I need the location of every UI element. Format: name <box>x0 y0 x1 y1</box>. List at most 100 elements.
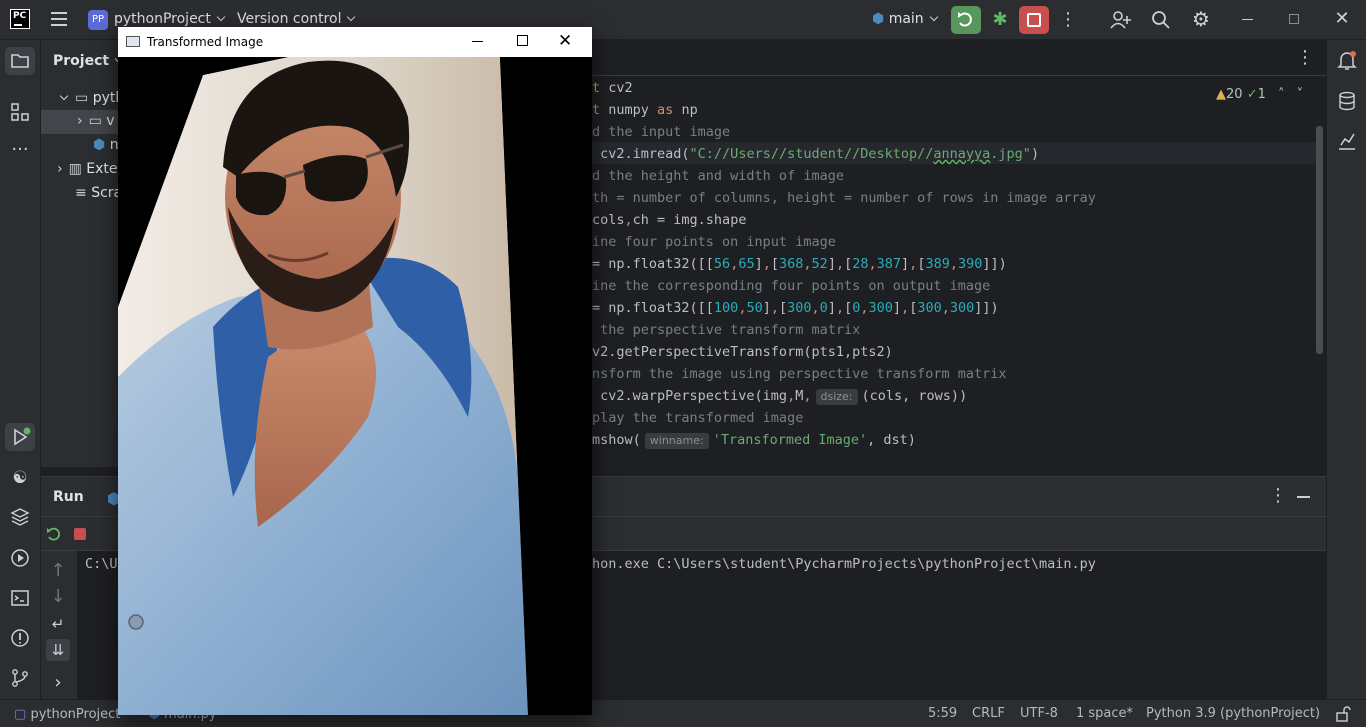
chevron-right-icon: › <box>77 113 83 129</box>
minimize-icon[interactable] <box>1242 19 1253 20</box>
python-interpreter[interactable]: Python 3.9 (pythonProject) <box>1146 706 1320 721</box>
project-selector[interactable]: pythonProject <box>114 11 226 27</box>
code-line: mshow(winname: 'Transformed Image', dst) <box>592 432 916 449</box>
run-icon <box>14 427 31 446</box>
chevron-down-icon <box>59 91 69 101</box>
project-panel-title[interactable]: Project <box>53 53 124 69</box>
scratches-icon: ≡ <box>75 185 87 201</box>
code-line: the perspective transform matrix <box>592 322 861 338</box>
stop-button[interactable] <box>1019 6 1049 34</box>
run-panel-options-icon[interactable]: ⋮ <box>1268 486 1288 506</box>
more-tools-icon[interactable]: ··· <box>9 140 31 160</box>
code-line: th = number of columns, height = number … <box>592 190 1096 206</box>
chevron-up-icon[interactable]: ˄ <box>1278 87 1285 102</box>
code-line: = np.float32([[56,65],[368,52],[28,387],… <box>592 256 1007 272</box>
stop-icon <box>1027 13 1041 27</box>
code-line: v2.getPerspectiveTransform(pts1,pts2) <box>592 344 893 360</box>
transformed-image-window[interactable]: Transformed Image ✕ <box>118 27 592 715</box>
chevron-right-icon: › <box>57 161 63 177</box>
window-minimize-icon[interactable] <box>472 41 483 42</box>
services-icon[interactable] <box>10 548 30 572</box>
editor-more-icon[interactable]: ⋮ <box>1295 48 1315 68</box>
warning-icon: ▲ <box>1216 87 1226 102</box>
folder-icon <box>11 54 29 68</box>
code-line: ine four points on input image <box>592 234 836 250</box>
project-badge[interactable]: PP <box>88 10 108 30</box>
inspection-widget[interactable]: ▲20 ✓1 ˄ ˅ <box>1216 87 1303 102</box>
file-encoding[interactable]: UTF-8 <box>1020 706 1058 721</box>
indent-setting[interactable]: 1 space* <box>1076 706 1133 721</box>
warped-photo <box>118 57 592 715</box>
left-toolbar: ··· ☯ <box>0 40 41 699</box>
window-close-icon[interactable]: ✕ <box>558 32 572 50</box>
sciview-icon[interactable] <box>1337 131 1357 155</box>
right-toolbar <box>1326 40 1366 699</box>
window-app-icon <box>126 36 140 47</box>
settings-gear-icon[interactable]: ⚙ <box>1190 9 1212 29</box>
caret-position[interactable]: 5:59 <box>928 706 957 721</box>
soft-wrap-icon[interactable]: ↵ <box>49 614 67 634</box>
run-panel-title[interactable]: Run <box>53 489 84 505</box>
python-icon: ⬢ <box>872 11 885 27</box>
code-line: d the height and width of image <box>592 168 844 184</box>
stop-icon[interactable] <box>74 528 86 540</box>
branch-name: main <box>888 11 924 27</box>
library-icon: ▥ <box>68 161 82 177</box>
code-line: t cv2 <box>592 80 633 96</box>
version-control-menu[interactable]: Version control <box>237 11 356 27</box>
readonly-toggle-icon[interactable] <box>1335 706 1351 726</box>
restore-icon[interactable] <box>1289 14 1299 24</box>
window-title: Transformed Image <box>147 35 264 49</box>
editor-tabs: ⋮ <box>592 40 1326 76</box>
line-separator[interactable]: CRLF <box>972 706 1005 721</box>
problems-icon[interactable] <box>10 628 30 652</box>
notifications-bell-icon[interactable] <box>1337 50 1357 76</box>
window-maximize-icon[interactable] <box>517 35 528 46</box>
branch-selector[interactable]: ⬢ main <box>872 11 938 27</box>
chevron-down-icon <box>929 12 938 22</box>
project-name: pythonProject <box>114 11 211 27</box>
editor-scrollbar[interactable] <box>1316 126 1323 354</box>
version-control-label: Version control <box>237 11 342 27</box>
debug-bug-icon[interactable]: ✱ <box>989 10 1011 30</box>
structure-icon[interactable] <box>10 102 30 126</box>
main-menu-icon[interactable] <box>51 12 67 26</box>
rerun-icon[interactable] <box>45 525 63 547</box>
run-tool-button[interactable] <box>5 423 35 451</box>
dsize-hint: dsize: <box>815 389 858 405</box>
status-project: pythonProject <box>30 707 121 722</box>
rerun-button[interactable] <box>951 6 981 34</box>
chevron-down-icon <box>216 12 226 22</box>
scroll-to-end-icon: ⇊ <box>51 641 65 659</box>
project-tool-button[interactable] <box>5 47 35 75</box>
tree-external-libs[interactable]: › ▥ Exte <box>57 161 118 177</box>
winname-hint: winname: <box>644 433 709 449</box>
tree-root[interactable]: ▭ pyth <box>59 90 124 106</box>
close-icon[interactable]: ✕ <box>1332 9 1352 29</box>
code-line: nsform the image using perspective trans… <box>592 366 1007 382</box>
code-line: cv2.warpPerspective(img,M, dsize: (cols, r… <box>592 388 968 405</box>
python-packages-icon[interactable] <box>10 507 30 531</box>
tree-file-main[interactable]: ⬢ n <box>93 137 119 153</box>
chevron-down-icon[interactable]: ˅ <box>1297 87 1304 102</box>
python-console-icon[interactable]: ☯ <box>9 468 31 488</box>
tree-scratches[interactable]: ≡ Scra <box>75 185 122 201</box>
hide-panel-icon[interactable] <box>1297 496 1310 498</box>
pycharm-logo-icon: PC <box>10 9 30 29</box>
scroll-to-end-button[interactable]: ⇊ <box>46 639 70 661</box>
code-line: ine the corresponding four points on out… <box>592 278 991 294</box>
search-icon[interactable] <box>1151 10 1171 34</box>
add-user-icon[interactable] <box>1110 10 1132 34</box>
git-icon[interactable] <box>10 668 30 692</box>
terminal-icon[interactable] <box>10 588 30 612</box>
chevron-right-icon[interactable]: › <box>49 673 67 693</box>
code-editor[interactable]: ▲20 ✓1 ˄ ˅ t cv2 t numpy as np d the inp… <box>592 76 1326 450</box>
folder-icon: ▭ <box>88 113 102 129</box>
scroll-down-icon[interactable]: ↓ <box>49 587 67 607</box>
console-output: hon.exe C:\Users\student\PycharmProjects… <box>592 556 1096 572</box>
scroll-up-icon[interactable]: ↑ <box>49 561 67 581</box>
rerun-icon <box>958 12 972 27</box>
window-titlebar[interactable]: Transformed Image ✕ <box>118 27 592 57</box>
database-icon[interactable] <box>1337 91 1357 115</box>
more-actions-icon[interactable]: ⋮ <box>1058 10 1078 30</box>
